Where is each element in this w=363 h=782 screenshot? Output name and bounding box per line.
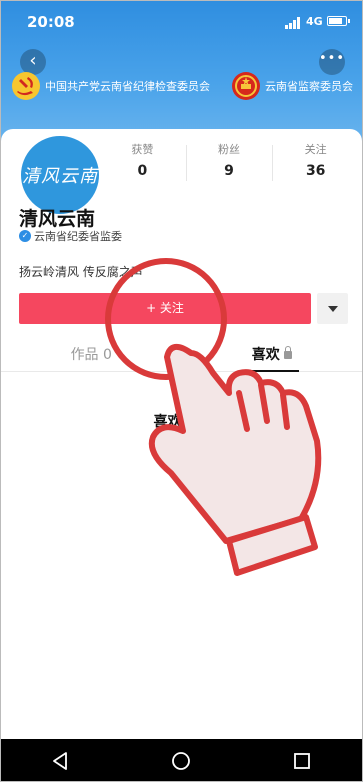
tab-works[interactable]: 作品 0 xyxy=(1,342,182,371)
stat-value: 0 xyxy=(137,163,148,179)
avatar-logo-text: 清风云南 xyxy=(22,166,98,187)
system-nav-bar xyxy=(1,739,362,781)
phone-screen: 20:08 4G ‹ ••• 中国共产党云南省纪律检查委员会 云南省监察委员会 … xyxy=(0,0,363,782)
nav-back-icon[interactable] xyxy=(50,750,72,772)
org-name-supervision: 云南省监察委员会 xyxy=(265,80,353,93)
verification-badge: ✓ 云南省纪委省监委 xyxy=(19,228,122,244)
tab-likes-label: 喜欢 xyxy=(251,347,280,363)
verification-text: 云南省纪委省监委 xyxy=(34,230,122,243)
org-name-party: 中国共产党云南省纪律检查委员会 xyxy=(45,80,210,93)
verified-check-icon: ✓ xyxy=(19,230,31,242)
org-banner-supervision: 云南省监察委员会 xyxy=(231,71,353,101)
lock-icon xyxy=(283,346,292,359)
follow-button[interactable]: + 关注 xyxy=(19,293,311,324)
stat-value: 36 xyxy=(305,163,326,179)
stat-label: 关注 xyxy=(304,143,327,156)
network-type: 4G xyxy=(306,15,323,28)
status-bar: 20:08 4G xyxy=(1,1,362,39)
profile-bio: 扬云岭清风 传反腐之声 xyxy=(19,265,143,279)
status-time: 20:08 xyxy=(27,13,75,31)
party-emblem-icon xyxy=(12,72,40,100)
recommend-dropdown-button[interactable] xyxy=(317,293,348,324)
stat-value: 9 xyxy=(224,163,234,179)
national-emblem-icon xyxy=(232,72,260,100)
profile-tabs: 作品 0 喜欢 xyxy=(1,342,362,372)
battery-icon xyxy=(327,16,350,26)
empty-state-subtitle: 该用户已将 xyxy=(154,445,209,458)
empty-state-title: 喜欢内容 xyxy=(153,414,210,430)
nav-home-icon[interactable] xyxy=(170,750,192,772)
stat-label: 获赞 xyxy=(131,143,154,156)
signal-icon xyxy=(285,17,303,29)
caret-down-icon xyxy=(327,305,338,312)
stat-label: 粉丝 xyxy=(218,143,240,156)
stat-fans[interactable]: 粉丝 9 xyxy=(185,141,273,187)
org-banner-party: 中国共产党云南省纪律检查委员会 xyxy=(11,71,210,101)
nav-recents-icon[interactable] xyxy=(291,750,313,772)
profile-card: 清风云南 获赞 0 粉丝 9 关注 36 清风云南 ✓ 云南省纪委省监委 扬云岭… xyxy=(1,129,362,781)
stat-following[interactable]: 关注 36 xyxy=(272,141,359,187)
tab-likes[interactable]: 喜欢 xyxy=(182,342,363,372)
stat-likes[interactable]: 获赞 0 xyxy=(99,141,186,187)
profile-stats: 获赞 0 粉丝 9 关注 36 xyxy=(99,141,359,187)
profile-name: 清风云南 xyxy=(19,208,96,230)
